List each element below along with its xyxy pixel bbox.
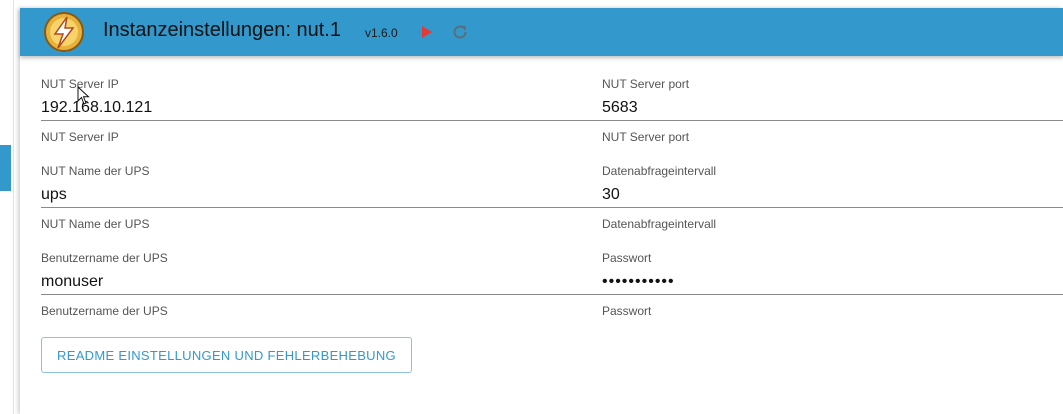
server-port-label: NUT Server port (602, 77, 690, 91)
instance-settings-panel: Instanzeinstellungen: nut.1 v1.6.0 NUT S… (20, 8, 1063, 414)
server-port-input[interactable] (602, 96, 1063, 121)
server-port-helper: NUT Server port (602, 130, 690, 144)
interval-helper: Datenabfrageintervall (602, 217, 717, 231)
username-helper: Benutzername der UPS (41, 304, 168, 318)
password-label: Passwort (602, 251, 652, 265)
server-ip-input[interactable] (41, 96, 606, 121)
ups-name-label: NUT Name der UPS (41, 164, 150, 178)
server-ip-helper: NUT Server IP (41, 130, 119, 144)
divider (13, 0, 14, 414)
panel-header: Instanzeinstellungen: nut.1 v1.6.0 (20, 8, 1063, 56)
left-sidebar-edge (0, 0, 12, 414)
reload-instance-button[interactable] (449, 21, 471, 43)
nut-logo-icon (44, 12, 84, 52)
start-instance-button[interactable] (416, 21, 438, 43)
interval-label: Datenabfrageintervall (602, 164, 717, 178)
ups-name-input[interactable] (41, 183, 606, 208)
page-title: Instanzeinstellungen: nut.1 (103, 19, 341, 41)
password-input[interactable] (602, 270, 1063, 295)
mouse-cursor-icon (77, 86, 90, 105)
sidebar-active-indicator (0, 145, 11, 191)
interval-input[interactable] (602, 183, 1063, 208)
username-label: Benutzername der UPS (41, 251, 168, 265)
username-input[interactable] (41, 270, 606, 295)
readme-button[interactable]: README EINSTELLUNGEN UND FEHLERBEHEBUNG (41, 337, 412, 373)
password-helper: Passwort (602, 304, 652, 318)
play-icon (422, 26, 432, 38)
reload-icon (453, 25, 467, 39)
ups-name-helper: NUT Name der UPS (41, 217, 150, 231)
version-label: v1.6.0 (365, 26, 398, 40)
